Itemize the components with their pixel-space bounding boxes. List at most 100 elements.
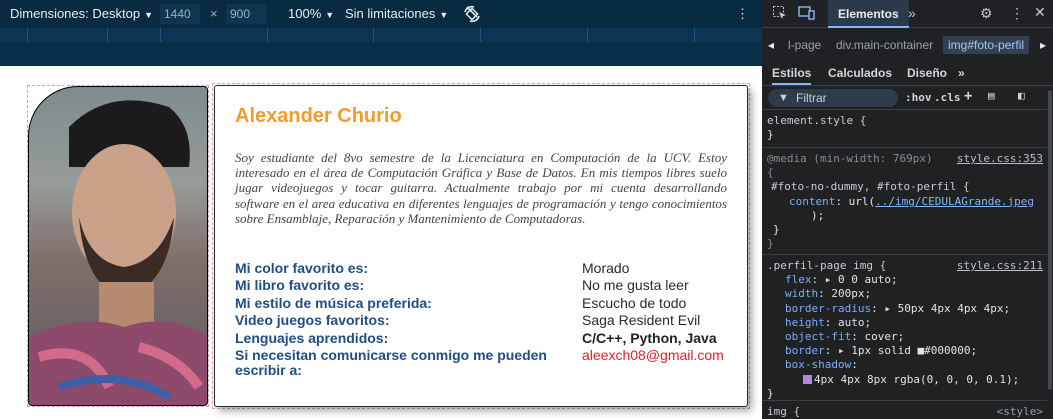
scrollbar[interactable] bbox=[1047, 86, 1053, 419]
fact-answer: Escucho de todo bbox=[582, 294, 687, 311]
property-name: height bbox=[785, 315, 825, 329]
rule-property[interactable]: height: auto; bbox=[767, 316, 1047, 330]
property-name: border-radius bbox=[785, 301, 872, 315]
property-value: 200px; bbox=[831, 287, 872, 301]
more-options-icon[interactable]: ⋮ bbox=[1010, 5, 1024, 22]
media-brace: { bbox=[767, 166, 774, 180]
device-toggle-icon[interactable] bbox=[798, 5, 816, 24]
more-options-icon[interactable]: ⋮ bbox=[736, 6, 749, 22]
rule-selector: element.style { bbox=[767, 114, 867, 127]
breadcrumb-scroll-left-icon[interactable]: ◂ bbox=[768, 38, 774, 52]
rotate-icon[interactable] bbox=[461, 3, 483, 28]
facts-list: Mi color favorito es: Morado Mi libro fa… bbox=[235, 261, 735, 382]
breadcrumb-item[interactable]: l-page bbox=[788, 38, 821, 52]
rule-property[interactable]: border-radius: ▸ 50px 4px 4px 4px; bbox=[767, 302, 1047, 316]
divider bbox=[762, 147, 1047, 148]
fact-question: Mi color favorito es: bbox=[235, 260, 369, 276]
rule-property[interactable]: box-shadow: bbox=[767, 358, 1047, 372]
divider bbox=[762, 254, 1047, 255]
rule-property[interactable]: width: 200px; bbox=[767, 287, 1047, 301]
property-name: box-shadow bbox=[785, 358, 852, 372]
property-value: url( bbox=[848, 194, 876, 208]
dimensions-dropdown[interactable]: Dimensiones: Desktop ▼ bbox=[10, 6, 153, 21]
breadcrumb-item-active[interactable]: img#foto-perfil bbox=[943, 36, 1030, 54]
rule-property[interactable]: content: url(../img/CEDULAGrande.jpeg bbox=[767, 195, 1047, 209]
property-name: object-fit bbox=[785, 330, 852, 344]
source-link[interactable]: style.css:211 bbox=[957, 259, 1043, 273]
email-link[interactable]: aleexch08@gmail.com bbox=[582, 347, 724, 363]
toggle-sidebar-icon[interactable]: ◧ bbox=[1018, 89, 1025, 102]
tab-layout[interactable]: Diseño bbox=[907, 66, 947, 80]
height-input[interactable]: 900 bbox=[226, 4, 266, 24]
more-tabs-icon[interactable]: » bbox=[958, 66, 965, 80]
cls-toggle[interactable]: .cls bbox=[934, 91, 961, 104]
throttle-dropdown[interactable]: Sin limitaciones ▼ bbox=[345, 6, 448, 21]
computed-style-icon[interactable]: ▤ bbox=[988, 89, 995, 102]
filter-placeholder: Filtrar bbox=[796, 91, 827, 105]
gear-icon[interactable]: ⚙ bbox=[980, 5, 993, 22]
rule-element-style[interactable]: element.style { } bbox=[762, 114, 1047, 142]
property-value: cover; bbox=[864, 330, 905, 344]
fact-row: Video juegos favoritos: Saga Resident Ev… bbox=[235, 313, 735, 330]
fact-answer: C/C++, Python, Java bbox=[582, 329, 717, 346]
tab-computed[interactable]: Calculados bbox=[828, 66, 892, 80]
rule-media[interactable]: @media (min-width: 769px) style.css:353 … bbox=[762, 152, 1047, 251]
ruler-tick bbox=[587, 28, 588, 42]
rule-perfil-img[interactable]: .perfil-page img { style.css:211 flex: ▸… bbox=[762, 259, 1047, 401]
profile-card: Alexander Churio Soy estudiante del 8vo … bbox=[214, 85, 748, 407]
ruler-tick bbox=[107, 28, 108, 42]
shadow-editor-icon[interactable] bbox=[803, 374, 812, 384]
property-value: ▸ 50px 4px 4px 4px; bbox=[884, 301, 1011, 315]
property-name: flex bbox=[785, 273, 812, 287]
rule-selector: #foto-no-dummy, #foto-perfil { bbox=[771, 180, 970, 194]
rule-property[interactable]: object-fit: cover; bbox=[767, 330, 1047, 344]
ruler-tick bbox=[480, 28, 481, 42]
styles-rules: element.style { } @media (min-width: 769… bbox=[762, 110, 1053, 419]
fact-question: Mi libro favorito es: bbox=[235, 277, 365, 294]
rule-property[interactable]: flex: ▸ 0 0 auto; bbox=[767, 273, 1047, 287]
rule-close: } bbox=[767, 386, 774, 400]
chevron-down-icon: ▼ bbox=[325, 10, 335, 20]
tab-styles[interactable]: Estilos bbox=[772, 66, 812, 85]
media-close: } bbox=[767, 237, 774, 251]
more-tabs-icon[interactable]: » bbox=[908, 5, 916, 21]
device-toolbar: Dimensiones: Desktop ▼ 1440 × 900 100% ▼ S… bbox=[0, 0, 762, 28]
fact-question: Lenguajes aprendidos: bbox=[235, 329, 389, 346]
breadcrumb-item[interactable]: div.main-container bbox=[836, 38, 933, 52]
ruler-tick bbox=[27, 28, 28, 42]
rule-property-cont[interactable]: 4px 4px 8px rgba(0, 0, 0, 0.1); bbox=[767, 373, 1047, 387]
profile-photo[interactable] bbox=[28, 86, 208, 406]
filter-bar: ▼ Filtrar :hov .cls + ▤ ◧ bbox=[762, 86, 1053, 110]
property-name: border bbox=[785, 344, 825, 358]
zoom-dropdown[interactable]: 100% ▼ bbox=[288, 6, 334, 21]
chevron-down-icon: ▼ bbox=[144, 10, 153, 20]
property-value: ▸ 0 0 auto; bbox=[824, 273, 898, 287]
hov-toggle[interactable]: :hov bbox=[905, 91, 932, 104]
close-icon[interactable]: ✕ bbox=[1034, 4, 1046, 21]
property-name: content bbox=[789, 194, 836, 208]
devtools-topbar: Elementos » ⚙ ⋮ ✕ bbox=[762, 0, 1053, 28]
fact-question: Video juegos favoritos: bbox=[235, 312, 390, 329]
ruler-top bbox=[0, 28, 762, 42]
source-link[interactable]: <style> bbox=[997, 405, 1043, 419]
rule-property[interactable]: border: ▸ 1px solid ■#000000; bbox=[767, 344, 1047, 358]
tab-elements[interactable]: Elementos bbox=[828, 0, 909, 28]
profile-name: Alexander Churio bbox=[235, 105, 402, 127]
source-link[interactable]: style.css:353 bbox=[957, 152, 1043, 166]
inspect-element-icon[interactable] bbox=[772, 5, 788, 24]
rule-img[interactable]: img { <style> bbox=[762, 405, 1047, 419]
fact-answer: Morado bbox=[582, 260, 630, 276]
property-name: width bbox=[785, 287, 819, 301]
scrollbar-thumb[interactable] bbox=[1048, 90, 1052, 390]
breadcrumb-scroll-right-icon[interactable]: ▸ bbox=[1040, 38, 1046, 52]
property-value: 4px 4px 8px rgba(0, 0, 0, 0.1); bbox=[814, 372, 1020, 386]
property-value-end: ); bbox=[811, 208, 825, 222]
filter-icon: ▼ bbox=[778, 92, 789, 104]
ruler-tick bbox=[160, 28, 161, 42]
new-rule-icon[interactable]: + bbox=[964, 88, 972, 104]
width-input[interactable]: 1440 bbox=[160, 4, 200, 24]
fact-question: Si necesitan comunicarse conmigo me pued… bbox=[235, 346, 547, 378]
filter-input[interactable]: ▼ Filtrar bbox=[768, 89, 898, 107]
url-link[interactable]: ../img/CEDULAGrande.jpeg bbox=[875, 195, 1034, 208]
photo-frame bbox=[27, 85, 209, 407]
